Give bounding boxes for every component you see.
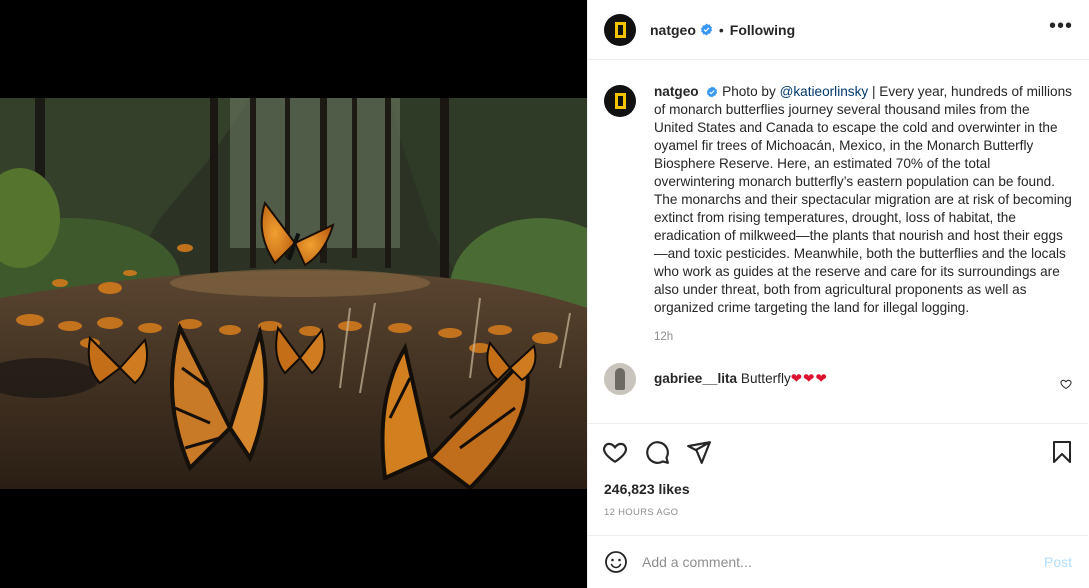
bookmark-icon[interactable] [1050, 440, 1074, 464]
comment-icon[interactable] [644, 439, 670, 465]
caption-avatar[interactable] [604, 85, 636, 117]
post-comment-button[interactable]: Post [1044, 554, 1072, 570]
heart-icon[interactable] [602, 439, 628, 465]
post-actions-bar [588, 424, 1088, 480]
natgeo-logo-icon [614, 21, 626, 38]
separator-dot: • [718, 21, 724, 38]
likes-count[interactable]: 246,823 likes [604, 481, 690, 497]
caption-username[interactable]: natgeo [654, 84, 699, 99]
caption-body: | Every year, hundreds of millions of mo… [654, 84, 1072, 315]
post-header: natgeo • Following ••• [588, 0, 1089, 60]
comment-text: gabriee__lita Butterfly❤❤❤ [654, 371, 828, 387]
add-comment-input[interactable] [642, 554, 1022, 570]
header-username[interactable]: natgeo [650, 22, 696, 38]
natgeo-avatar[interactable] [604, 13, 636, 46]
verified-badge-icon [700, 23, 713, 36]
comments-section[interactable]: natgeo Photo by @katieorlinsky | Every y… [588, 61, 1088, 424]
add-comment-bar: Post [588, 535, 1088, 588]
natgeo-logo-icon [614, 93, 626, 109]
caption-prefix: Photo by [722, 84, 776, 99]
post-photo-monarch-butterflies[interactable] [0, 98, 587, 489]
caption-time: 12h [654, 331, 674, 343]
post-timestamp: 12 HOURS AGO [604, 507, 679, 518]
emoji-icon[interactable] [604, 550, 628, 574]
commenter-avatar[interactable] [604, 363, 636, 395]
comment-item: gabriee__lita Butterfly❤❤❤ [604, 363, 1072, 395]
heart-emojis: ❤❤❤ [790, 371, 828, 386]
verified-badge-icon [707, 86, 718, 98]
comment-body: Butterfly [740, 371, 791, 386]
caption-text: natgeo Photo by @katieorlinsky | Every y… [654, 83, 1072, 317]
caption-mention-link[interactable]: @katieorlinsky [780, 84, 869, 99]
comment-username[interactable]: gabriee__lita [654, 371, 737, 386]
caption-row: natgeo Photo by @katieorlinsky | Every y… [604, 77, 1072, 317]
post-media [0, 0, 587, 588]
post-detail-panel: natgeo • Following ••• natgeo Photo by @… [587, 0, 1089, 588]
following-button[interactable]: Following [730, 22, 795, 38]
comment-like-heart-icon[interactable] [1060, 377, 1072, 395]
more-horizontal-icon[interactable]: ••• [1049, 16, 1073, 39]
paper-plane-icon[interactable] [686, 439, 712, 465]
